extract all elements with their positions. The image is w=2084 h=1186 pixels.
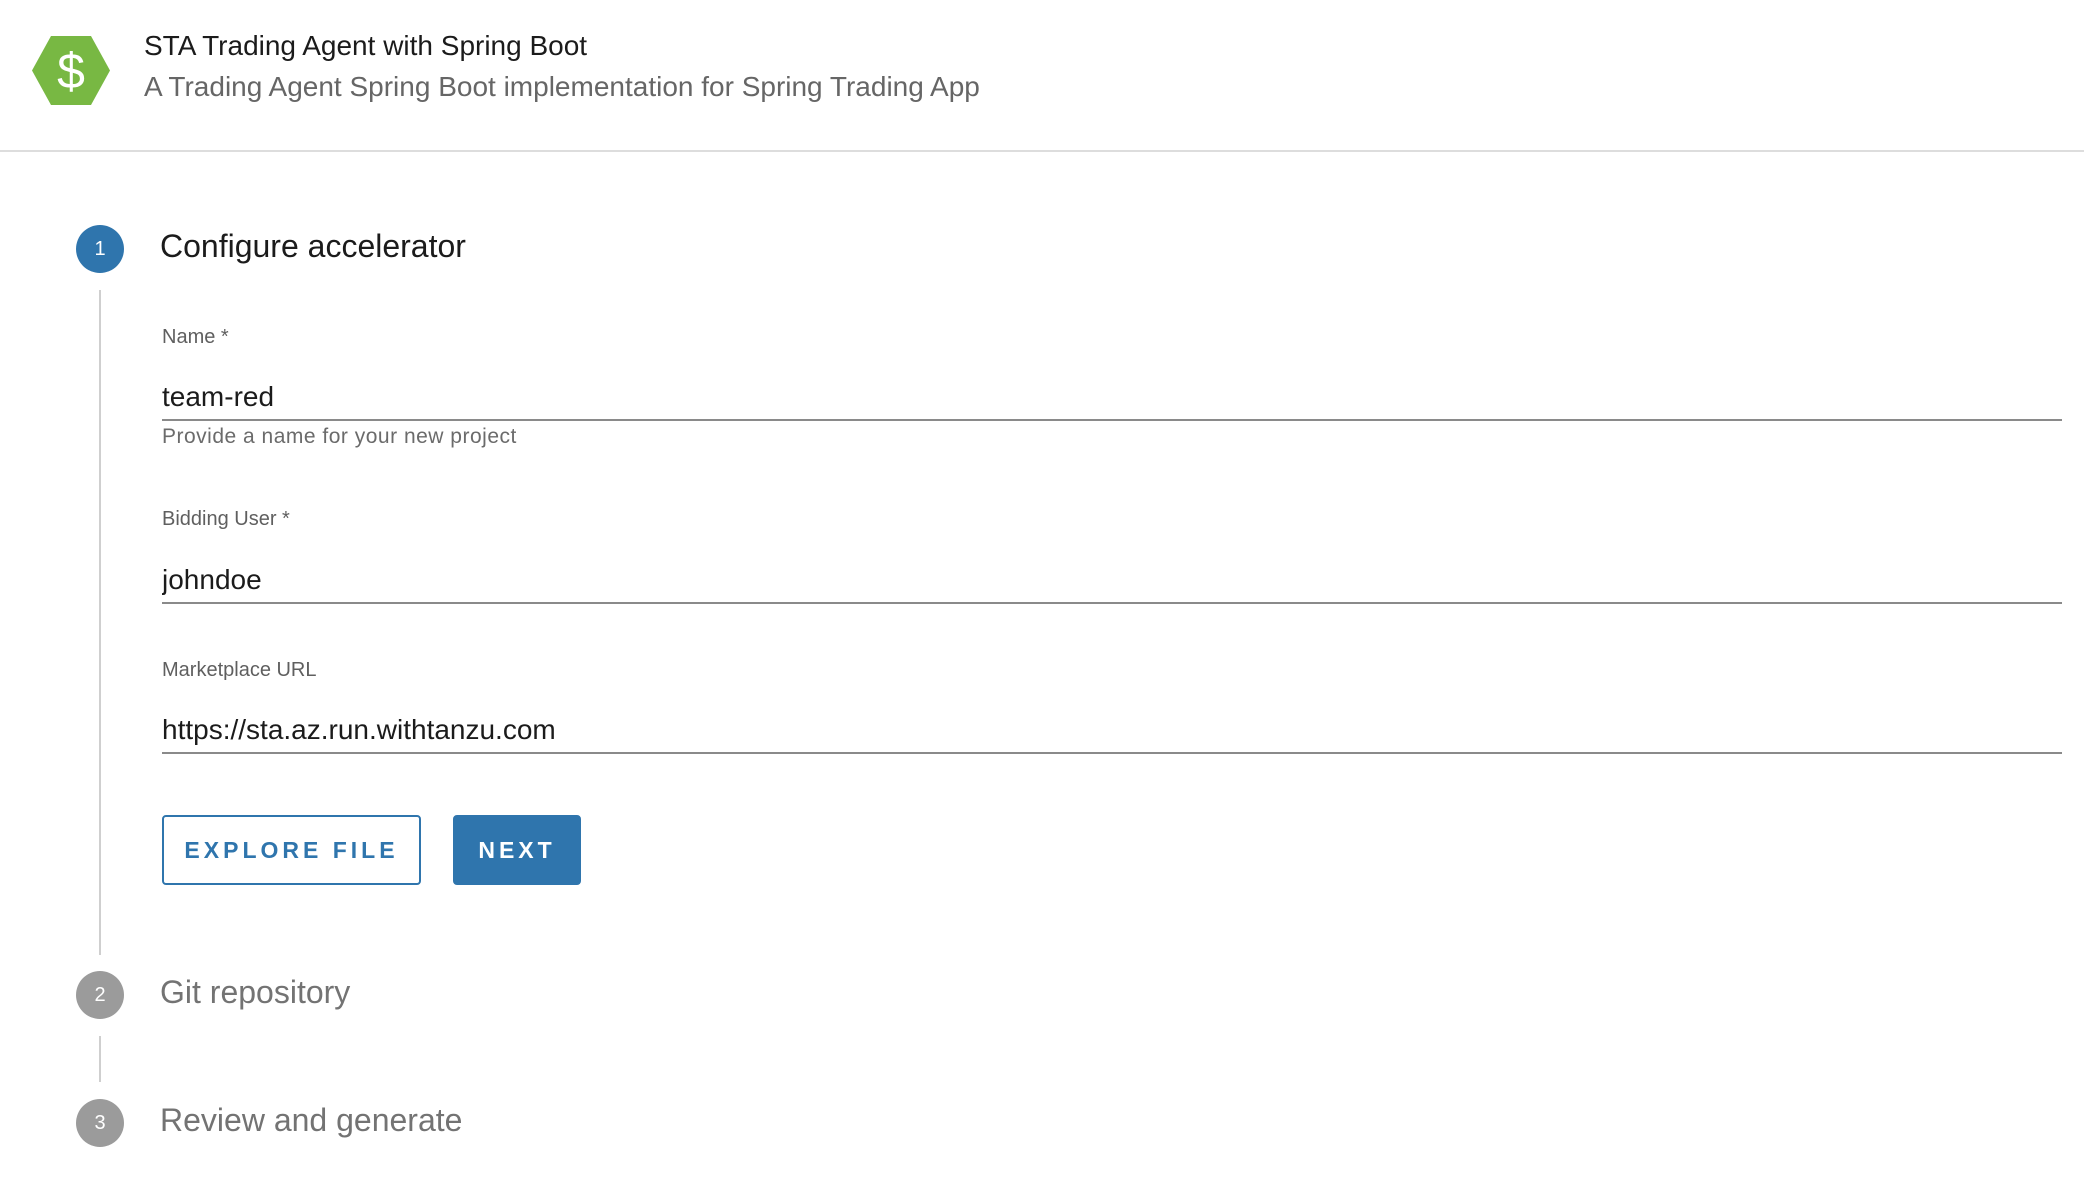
step-2-indicator: 2 [76,971,124,1019]
dollar-hexagon-icon: $ [32,36,110,105]
svg-text:$: $ [57,43,85,99]
app-header: $ STA Trading Agent with Spring Boot A T… [0,0,2084,152]
step-3-indicator: 3 [76,1099,124,1147]
step-1-indicator: 1 [76,225,124,273]
marketplace-url-input[interactable] [162,708,2062,754]
explore-file-button[interactable]: EXPLORE FILE [162,815,421,885]
bidding-user-label: Bidding User * [162,508,290,530]
bidding-user-input[interactable] [162,558,2062,604]
step-3-title[interactable]: Review and generate [160,1102,462,1139]
app-title: STA Trading Agent with Spring Boot [144,30,588,61]
next-button[interactable]: NEXT [453,815,581,885]
app-subtitle: A Trading Agent Spring Boot implementati… [144,71,980,102]
step-connector-line [99,1036,101,1082]
marketplace-url-label: Marketplace URL [162,659,317,681]
name-input[interactable] [162,375,2062,421]
step-2-title[interactable]: Git repository [160,974,350,1011]
step-1-title[interactable]: Configure accelerator [160,228,466,265]
name-help-text: Provide a name for your new project [162,425,517,448]
name-label: Name * [162,326,229,348]
step-connector-line [99,290,101,955]
